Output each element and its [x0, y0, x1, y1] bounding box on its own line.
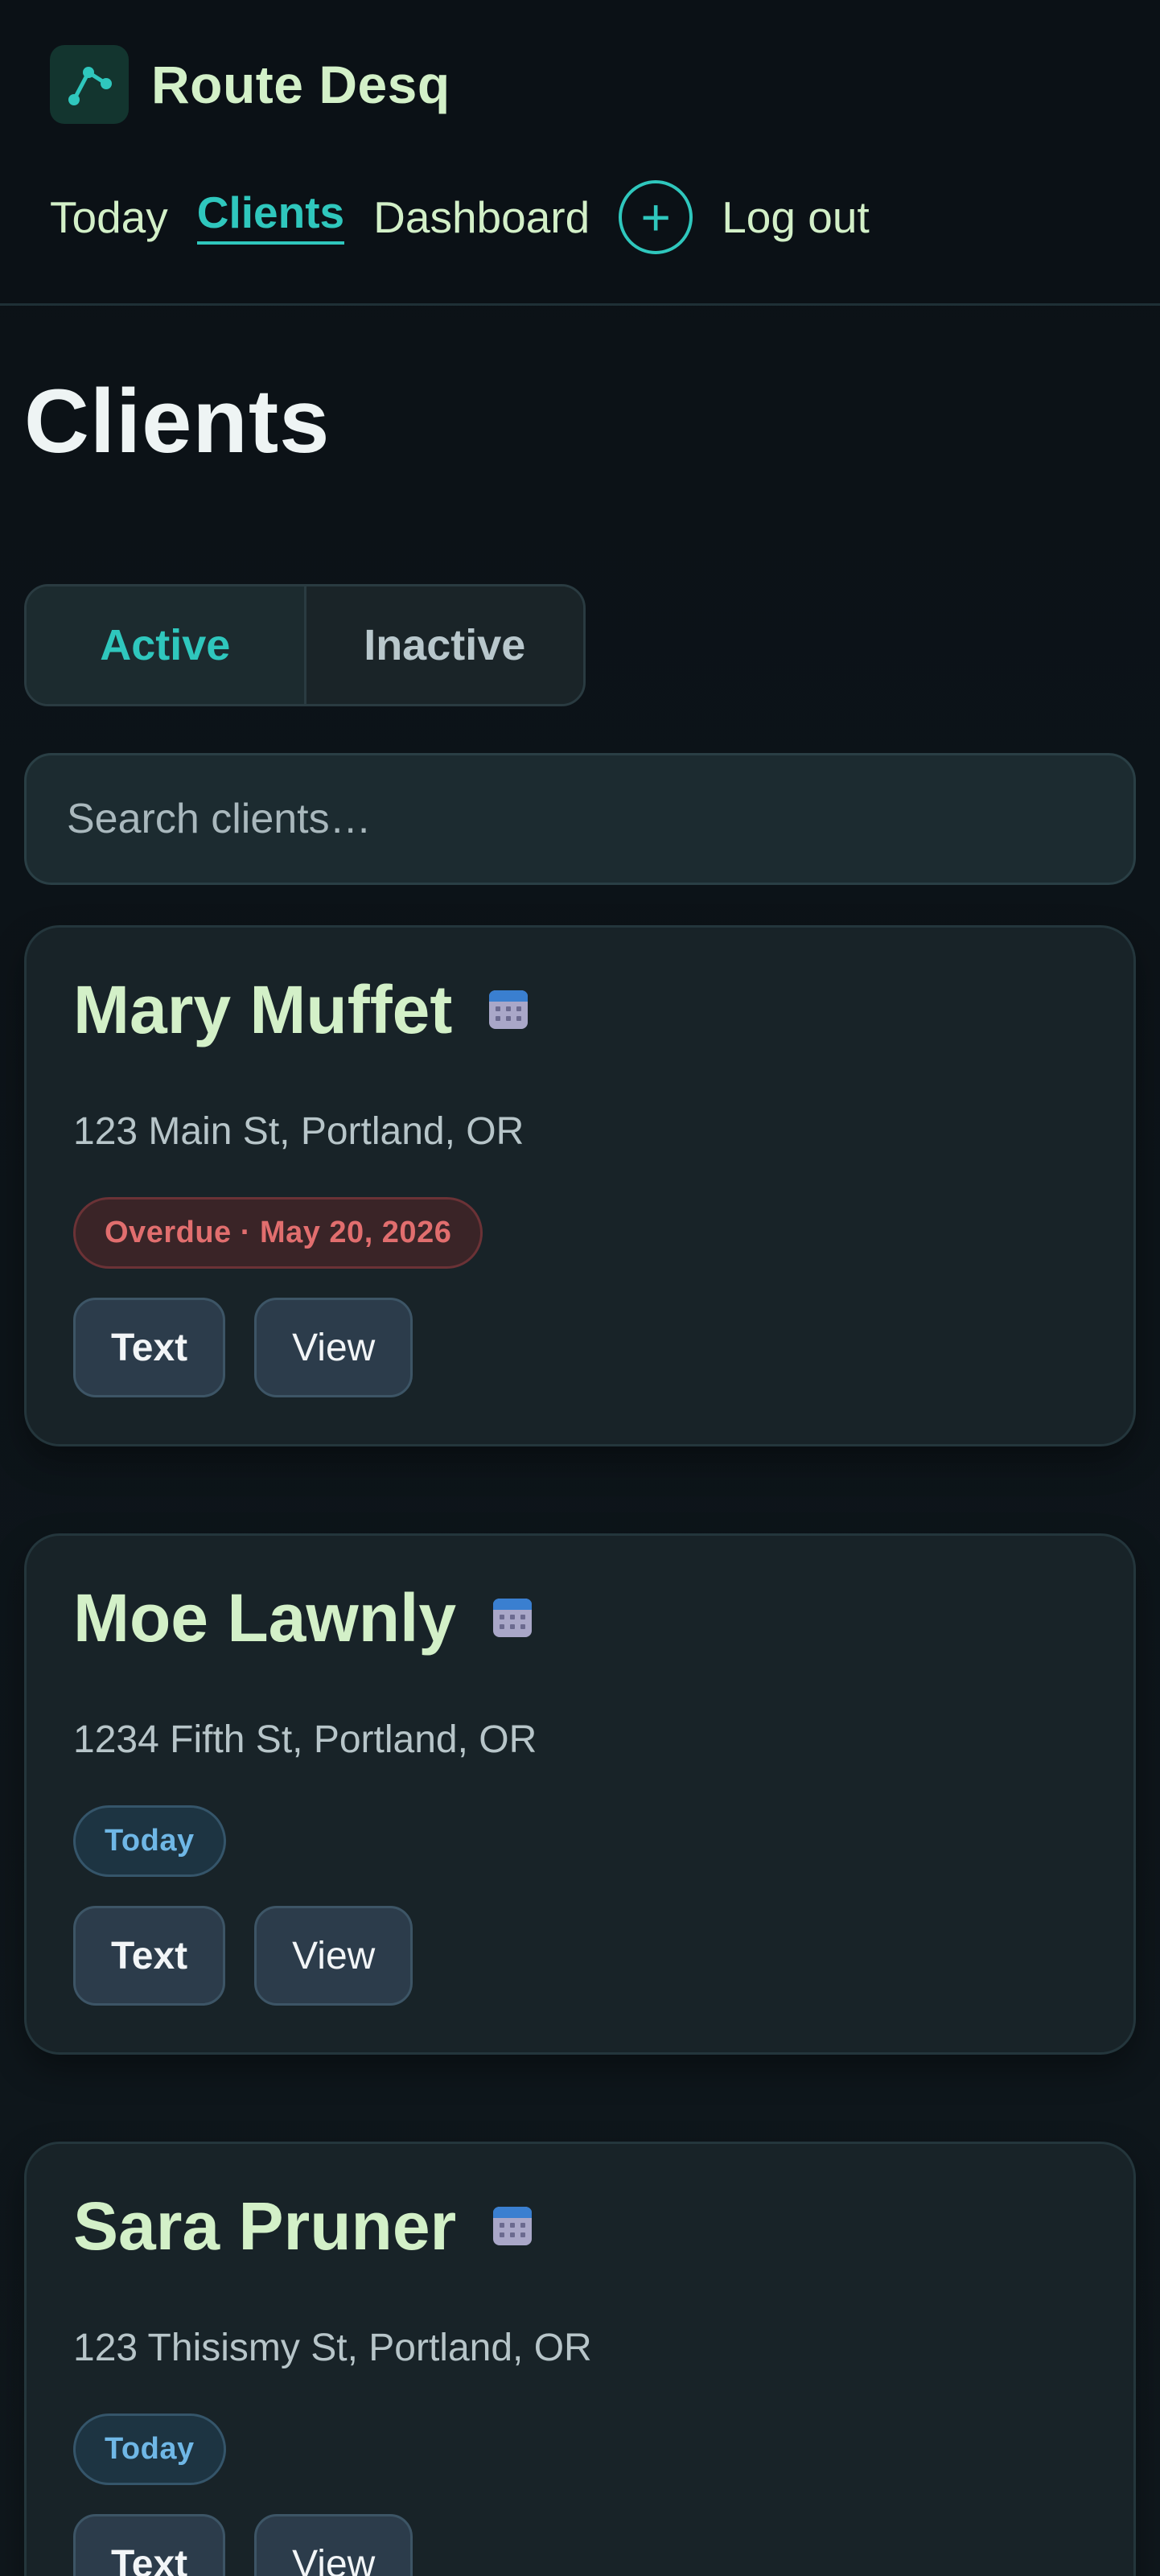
main-nav: Today Clients Dashboard + Log out: [50, 180, 870, 254]
client-address: 123 Main St, Portland, OR: [73, 1110, 524, 1153]
page-title: Clients: [24, 371, 331, 471]
client-actions: Text View: [73, 1298, 1087, 1397]
client-card[interactable]: Moe Lawnly 1234 Fifth St, Portland, OR T…: [24, 1533, 1136, 2055]
brand-name: Route Desq: [151, 55, 450, 114]
client-card[interactable]: Mary Muffet 123 Main St, Portland, OR Ov…: [24, 925, 1136, 1446]
text-button[interactable]: Text: [73, 1906, 226, 2006]
client-actions: Text View: [73, 2514, 1087, 2576]
brand[interactable]: Route Desq: [50, 45, 450, 124]
client-actions: Text View: [73, 1906, 1087, 2006]
nav-today[interactable]: Today: [50, 195, 168, 240]
view-button[interactable]: View: [254, 1298, 413, 1397]
main-content: Clients Active Inactive Mary Muffet: [0, 377, 1160, 2576]
status-badge: Overdue · May 20, 2026: [73, 1197, 483, 1269]
client-name[interactable]: Moe Lawnly: [73, 1584, 456, 1652]
calendar-icon[interactable]: [492, 1597, 533, 1639]
client-card-header: Sara Pruner: [73, 2192, 1087, 2260]
status-filter: Active Inactive: [24, 584, 586, 706]
nav-clients[interactable]: Clients: [196, 190, 345, 245]
text-button[interactable]: Text: [73, 2514, 226, 2576]
view-button[interactable]: View: [254, 2514, 413, 2576]
add-button[interactable]: +: [619, 180, 693, 254]
search-input[interactable]: [67, 795, 1133, 843]
client-name[interactable]: Mary Muffet: [73, 976, 452, 1043]
client-card[interactable]: Sara Pruner 123 Thisismy St, Portland, O…: [24, 2142, 1136, 2576]
client-address: 123 Thisismy St, Portland, OR: [73, 2327, 592, 2369]
calendar-icon[interactable]: [487, 989, 529, 1031]
nav-logout[interactable]: Log out: [722, 195, 870, 240]
client-list: Mary Muffet 123 Main St, Portland, OR Ov…: [24, 925, 1136, 2576]
text-button[interactable]: Text: [73, 1298, 226, 1397]
tab-inactive[interactable]: Inactive: [306, 586, 583, 704]
status-badge: Today: [73, 2413, 226, 2485]
client-card-header: Mary Muffet: [73, 976, 1087, 1043]
page: Route Desq Today Clients Dashboard + Log…: [0, 0, 1160, 2576]
view-button[interactable]: View: [254, 1906, 413, 2006]
nav-dashboard[interactable]: Dashboard: [373, 195, 590, 240]
search-box: [24, 753, 1136, 885]
status-badge: Today: [73, 1805, 226, 1877]
client-address: 1234 Fifth St, Portland, OR: [73, 1718, 537, 1761]
plus-icon: +: [640, 188, 671, 246]
route-logo-icon: [50, 45, 129, 124]
client-name[interactable]: Sara Pruner: [73, 2192, 456, 2260]
app-header: Route Desq Today Clients Dashboard + Log…: [0, 0, 1160, 306]
calendar-icon[interactable]: [492, 2205, 533, 2247]
client-card-header: Moe Lawnly: [73, 1584, 1087, 1652]
tab-active[interactable]: Active: [27, 586, 306, 704]
